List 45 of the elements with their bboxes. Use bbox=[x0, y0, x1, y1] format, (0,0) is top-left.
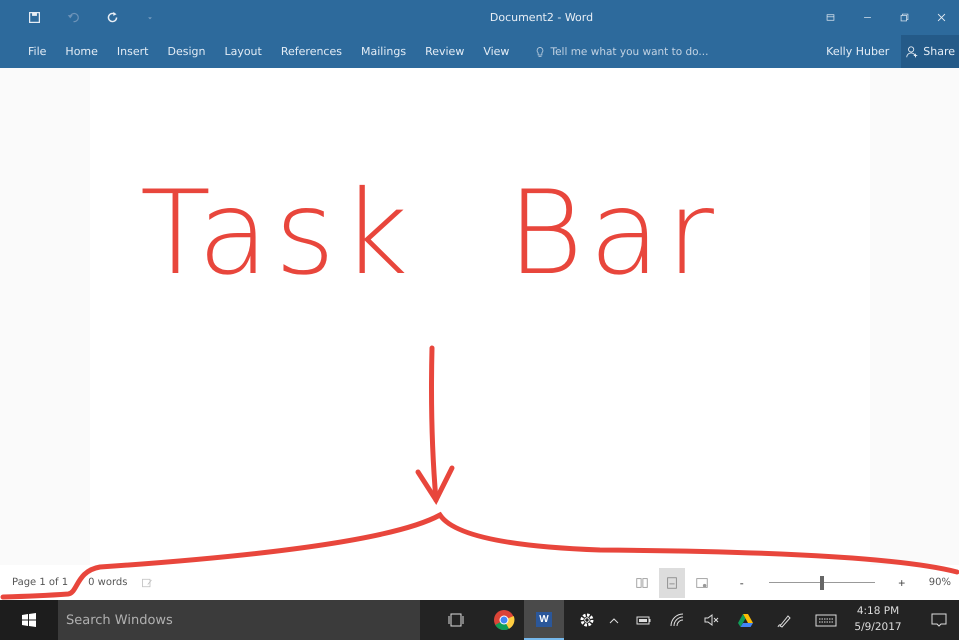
speaker-muted-icon bbox=[703, 612, 719, 628]
speech-bubble-icon bbox=[930, 611, 948, 629]
ribbon-options-icon bbox=[825, 12, 836, 23]
zoom-in-button[interactable]: + bbox=[888, 568, 915, 598]
print-view-button[interactable] bbox=[658, 568, 685, 598]
ribbon-tab[interactable]: Home bbox=[57, 39, 106, 64]
ribbon-tab[interactable]: File bbox=[20, 39, 54, 64]
close-icon bbox=[936, 12, 947, 23]
ribbon-tab[interactable]: Design bbox=[159, 39, 214, 64]
zoom-level: 90% bbox=[928, 577, 951, 588]
circle-logo-icon bbox=[493, 609, 515, 631]
restore-icon bbox=[899, 12, 910, 23]
word-taskbar-button[interactable]: W bbox=[524, 600, 564, 640]
lightbulb-icon bbox=[534, 44, 546, 58]
word-count: 0 words bbox=[88, 577, 128, 588]
page-count: Page 1 of 1 bbox=[11, 577, 68, 588]
windows-logo-icon bbox=[21, 612, 37, 628]
print-layout-icon bbox=[664, 576, 679, 590]
window-title: Document2 - Word bbox=[488, 11, 594, 24]
start-button[interactable] bbox=[0, 600, 58, 640]
handwritten-text: Task Bar bbox=[140, 170, 720, 298]
undo-icon bbox=[67, 11, 80, 24]
person-add-icon bbox=[905, 44, 920, 58]
share-button[interactable]: Share bbox=[901, 35, 959, 68]
ribbon-tab[interactable]: Review bbox=[417, 39, 472, 64]
ribbon-tab[interactable]: View bbox=[475, 39, 518, 64]
ribbon-tab[interactable]: References bbox=[272, 39, 350, 64]
clock[interactable]: 4:18 PM 5/9/2017 bbox=[846, 603, 910, 637]
tell-me-field[interactable]: Tell me what you want to do... bbox=[528, 44, 768, 60]
proofing-icon bbox=[141, 576, 154, 588]
zoom-out-button[interactable]: - bbox=[728, 568, 755, 598]
save-icon bbox=[28, 11, 41, 24]
triangle-logo-icon bbox=[736, 612, 754, 628]
user-name: Kelly Huber bbox=[826, 45, 890, 58]
settings-icon bbox=[578, 611, 596, 629]
web-layout-icon bbox=[694, 576, 709, 590]
redo-icon bbox=[106, 11, 119, 24]
ribbon-tab[interactable]: Layout bbox=[216, 39, 270, 64]
zoom-slider-thumb[interactable] bbox=[820, 576, 824, 590]
task-view-icon bbox=[447, 611, 465, 629]
ribbon-tab[interactable]: Insert bbox=[108, 39, 156, 64]
ribbon-tab[interactable]: Mailings bbox=[352, 39, 414, 64]
wifi-icon bbox=[669, 612, 685, 628]
read-layout-icon bbox=[634, 576, 649, 590]
search-field[interactable]: Search Windows bbox=[58, 600, 420, 640]
